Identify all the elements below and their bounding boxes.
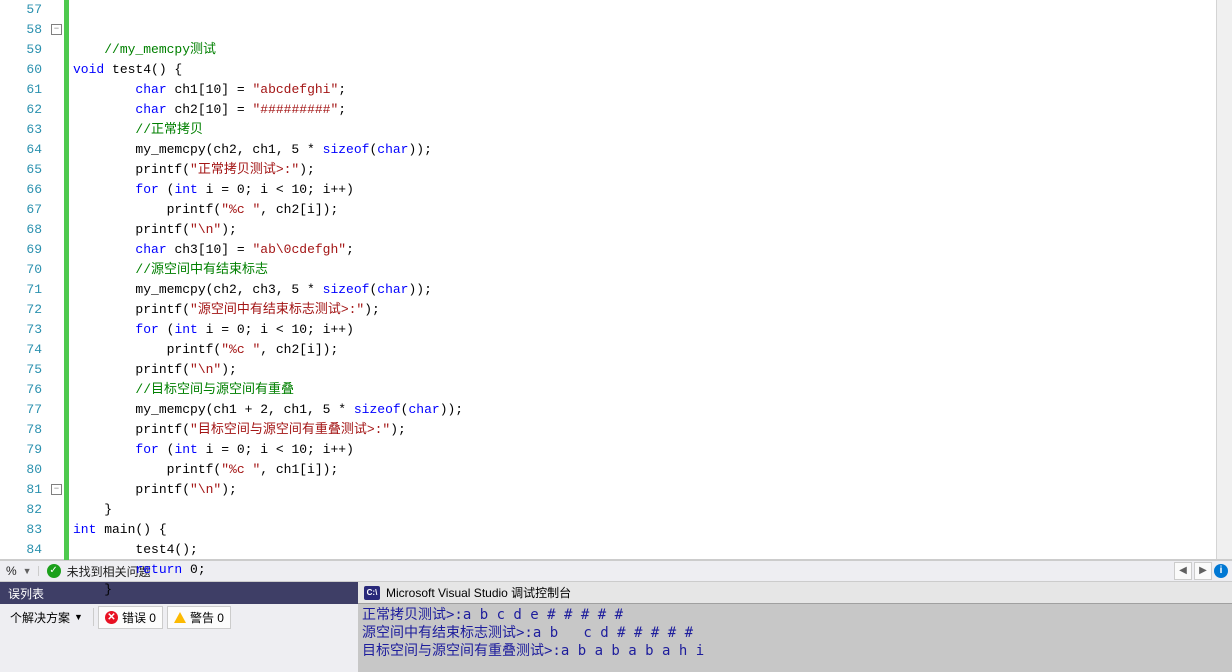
line-number: 72 xyxy=(0,300,42,320)
line-number: 59 xyxy=(0,40,42,60)
code-line[interactable]: for (int i = 0; i < 10; i++) xyxy=(73,440,1232,460)
code-line[interactable]: //目标空间与源空间有重叠 xyxy=(73,380,1232,400)
code-line[interactable]: printf("\n"); xyxy=(73,480,1232,500)
line-number: 63 xyxy=(0,120,42,140)
code-line[interactable]: my_memcpy(ch2, ch1, 5 * sizeof(char)); xyxy=(73,140,1232,160)
zoom-dropdown-icon[interactable]: ▼ xyxy=(23,566,39,576)
code-line[interactable]: printf("%c ", ch2[i]); xyxy=(73,340,1232,360)
code-line[interactable]: //my_memcpy测试 xyxy=(73,40,1232,60)
line-number-gutter: 5758596061626364656667686970717273747576… xyxy=(0,0,50,559)
line-number: 81 xyxy=(0,480,42,500)
fold-column: −− xyxy=(50,0,64,559)
code-line[interactable]: printf("%c ", ch2[i]); xyxy=(73,200,1232,220)
line-number: 79 xyxy=(0,440,42,460)
line-number: 69 xyxy=(0,240,42,260)
line-number: 64 xyxy=(0,140,42,160)
code-line[interactable]: } xyxy=(73,500,1232,520)
line-number: 83 xyxy=(0,520,42,540)
check-icon: ✓ xyxy=(47,564,61,578)
line-number: 65 xyxy=(0,160,42,180)
warning-icon xyxy=(174,612,186,623)
line-number: 71 xyxy=(0,280,42,300)
line-number: 62 xyxy=(0,100,42,120)
line-number: 77 xyxy=(0,400,42,420)
code-line[interactable]: test4(); xyxy=(73,540,1232,560)
code-line[interactable]: char ch2[10] = "#########"; xyxy=(73,100,1232,120)
fold-toggle-icon[interactable]: − xyxy=(51,484,62,495)
line-number: 78 xyxy=(0,420,42,440)
code-editor[interactable]: 5758596061626364656667686970717273747576… xyxy=(0,0,1232,560)
line-number: 66 xyxy=(0,180,42,200)
code-line[interactable]: printf("\n"); xyxy=(73,360,1232,380)
code-line[interactable]: printf("目标空间与源空间有重叠测试>:"); xyxy=(73,420,1232,440)
code-line[interactable]: //源空间中有结束标志 xyxy=(73,260,1232,280)
code-area[interactable]: //my_memcpy测试void test4() { char ch1[10]… xyxy=(69,0,1232,559)
line-number: 70 xyxy=(0,260,42,280)
line-number: 61 xyxy=(0,80,42,100)
line-number: 60 xyxy=(0,60,42,80)
line-number: 75 xyxy=(0,360,42,380)
code-line[interactable]: return 0; xyxy=(73,560,1232,580)
line-number: 82 xyxy=(0,500,42,520)
code-line[interactable]: printf("源空间中有结束标志测试>:"); xyxy=(73,300,1232,320)
code-line[interactable]: } xyxy=(73,580,1232,600)
line-number: 57 xyxy=(0,0,42,20)
code-line[interactable]: for (int i = 0; i < 10; i++) xyxy=(73,320,1232,340)
fold-toggle-icon[interactable]: − xyxy=(51,24,62,35)
scope-label: 个解决方案 xyxy=(10,609,70,626)
code-line[interactable]: //正常拷贝 xyxy=(73,120,1232,140)
console-line: 目标空间与源空间有重叠测试>:a b a b a b a h i xyxy=(362,642,1228,660)
code-line[interactable]: for (int i = 0; i < 10; i++) xyxy=(73,180,1232,200)
zoom-level[interactable]: % xyxy=(0,564,23,578)
code-line[interactable]: printf("正常拷贝测试>:"); xyxy=(73,160,1232,180)
code-line[interactable]: char ch1[10] = "abcdefghi"; xyxy=(73,80,1232,100)
code-line[interactable]: printf("%c ", ch1[i]); xyxy=(73,460,1232,480)
line-number: 73 xyxy=(0,320,42,340)
line-number: 84 xyxy=(0,540,42,560)
line-number: 67 xyxy=(0,200,42,220)
code-line[interactable]: int main() { xyxy=(73,520,1232,540)
line-number: 58 xyxy=(0,20,42,40)
code-line[interactable]: char ch3[10] = "ab\0cdefgh"; xyxy=(73,240,1232,260)
line-number: 68 xyxy=(0,220,42,240)
code-line[interactable]: printf("\n"); xyxy=(73,220,1232,240)
code-line[interactable]: my_memcpy(ch1 + 2, ch1, 5 * sizeof(char)… xyxy=(73,400,1232,420)
vertical-scrollbar[interactable] xyxy=(1216,0,1232,559)
line-number: 74 xyxy=(0,340,42,360)
line-number: 76 xyxy=(0,380,42,400)
code-line[interactable]: my_memcpy(ch2, ch3, 5 * sizeof(char)); xyxy=(73,280,1232,300)
line-number: 80 xyxy=(0,460,42,480)
code-line[interactable]: void test4() { xyxy=(73,60,1232,80)
